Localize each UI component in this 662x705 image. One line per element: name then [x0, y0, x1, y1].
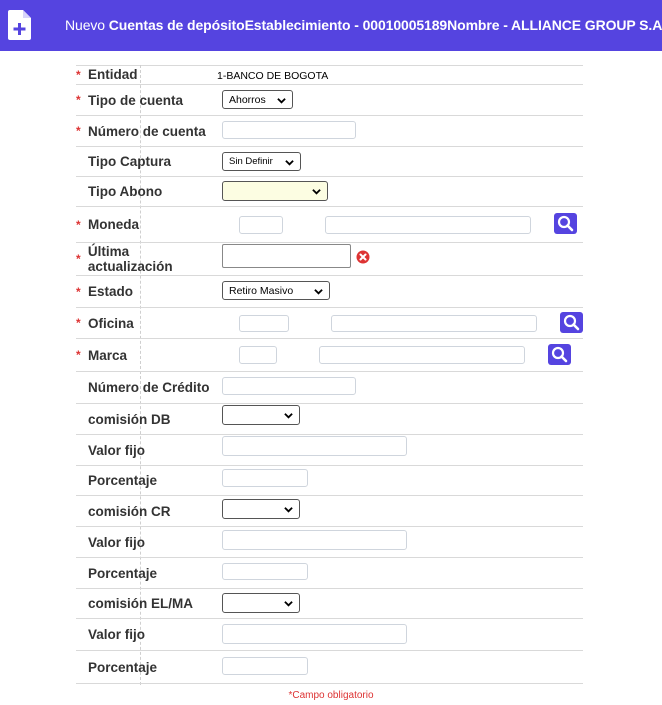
- label-comision-elma: comisión EL/MA: [88, 596, 194, 611]
- valor-fijo-elma-input[interactable]: [222, 624, 407, 644]
- label-comision-db: comisión DB: [88, 411, 171, 427]
- label-porcentaje: Porcentaje: [88, 473, 158, 488]
- moneda-search-button[interactable]: [554, 213, 577, 234]
- row-porcentaje-elma: Porcentaje: [76, 651, 583, 684]
- required-marker: *: [76, 93, 81, 107]
- label-valor-fijo: Valor fijo: [88, 534, 146, 550]
- label-tipo-cuenta: Tipo de cuenta: [88, 92, 184, 108]
- row-comision-cr: comisión CR: [76, 496, 583, 527]
- chevron-down-icon: [277, 98, 286, 104]
- label-ultima-actualizacion: Última actualización: [87, 244, 173, 274]
- tipo-cuenta-select[interactable]: Ahorros: [222, 90, 293, 109]
- estado-value: Retiro Masivo: [229, 284, 294, 297]
- porcentaje-cr-input[interactable]: [222, 563, 308, 580]
- label-marca: Marca: [88, 347, 128, 363]
- label-porcentaje: Porcentaje: [88, 659, 158, 675]
- label-estado: Estado: [88, 284, 134, 299]
- row-tipo-abono: Tipo Abono: [76, 177, 583, 207]
- oficina-search-button[interactable]: [560, 312, 583, 333]
- tipo-captura-select[interactable]: Sin Definir: [222, 152, 301, 171]
- required-marker: *: [76, 124, 81, 138]
- moneda-code-input[interactable]: [239, 216, 283, 234]
- row-comision-elma: comisión EL/MA: [76, 589, 583, 619]
- row-entidad: * Entidad: [76, 65, 583, 85]
- required-marker: *: [76, 217, 81, 232]
- entidad-value: 1-BANCO DE BOGOTA: [217, 70, 329, 82]
- label-entidad: Entidad: [88, 67, 138, 82]
- title-prefix: Nuevo: [65, 17, 105, 33]
- search-icon: [551, 346, 568, 363]
- chevron-down-icon: [284, 413, 293, 419]
- label-tipo-abono: Tipo Abono: [88, 184, 163, 199]
- label-valor-fijo: Valor fijo: [88, 442, 146, 458]
- label-valor-fijo: Valor fijo: [88, 627, 146, 642]
- tipo-abono-select[interactable]: [222, 181, 328, 201]
- title-text: Cuentas de depósitoEstablecimiento - 000…: [108, 17, 662, 33]
- chevron-down-icon: [285, 160, 294, 166]
- page-title: Nuevo Cuentas de depósitoEstablecimiento…: [65, 17, 662, 33]
- search-icon: [563, 314, 580, 331]
- marca-search-button[interactable]: [548, 344, 571, 365]
- required-field-note: *Campo obligatorio: [288, 690, 374, 701]
- search-icon: [557, 215, 574, 232]
- row-tipo-captura: Tipo Captura: [76, 147, 583, 177]
- tipo-captura-value: Sin Definir: [229, 156, 273, 167]
- tipo-cuenta-value: Ahorros: [229, 93, 266, 106]
- new-document-icon: [8, 10, 31, 40]
- numero-cuenta-input[interactable]: [222, 121, 356, 139]
- page-header: Nuevo Cuentas de depósitoEstablecimiento…: [0, 0, 662, 51]
- label-porcentaje: Porcentaje: [88, 565, 158, 581]
- label-tipo-captura: Tipo Captura: [88, 154, 172, 169]
- label-numero-credito: Número de Crédito: [88, 380, 210, 395]
- comision-cr-select[interactable]: [222, 499, 300, 519]
- row-comision-db: comisión DB: [76, 404, 583, 435]
- chevron-down-icon: [284, 601, 293, 607]
- row-porcentaje-db: Porcentaje: [76, 466, 583, 496]
- moneda-name-input[interactable]: [325, 216, 531, 234]
- row-porcentaje-cr: Porcentaje: [76, 558, 583, 589]
- valor-fijo-db-input[interactable]: [222, 436, 407, 456]
- required-marker: *: [76, 67, 81, 82]
- chevron-down-icon: [312, 189, 321, 195]
- label-moneda: Moneda: [88, 217, 140, 232]
- chevron-down-icon: [284, 507, 293, 513]
- required-marker: *: [76, 316, 81, 330]
- comision-db-select[interactable]: [222, 405, 300, 425]
- clear-error-icon[interactable]: [356, 250, 370, 264]
- required-marker: *: [76, 252, 81, 266]
- oficina-name-input[interactable]: [331, 315, 537, 332]
- row-tipo-cuenta: * Tipo de cuenta: [76, 85, 583, 116]
- numero-credito-input[interactable]: [222, 377, 356, 395]
- chevron-down-icon: [314, 289, 323, 295]
- porcentaje-elma-input[interactable]: [222, 657, 308, 675]
- valor-fijo-cr-input[interactable]: [222, 530, 407, 550]
- porcentaje-db-input[interactable]: [222, 469, 308, 487]
- label-oficina: Oficina: [88, 315, 134, 331]
- estado-select[interactable]: Retiro Masivo: [222, 281, 330, 300]
- label-numero-cuenta: Número de cuenta: [88, 123, 206, 139]
- comision-elma-select[interactable]: [222, 593, 300, 613]
- marca-name-input[interactable]: [319, 346, 525, 364]
- required-marker: *: [76, 284, 81, 299]
- ultima-actualizacion-input[interactable]: [222, 244, 351, 268]
- label-comision-cr: comisión CR: [88, 503, 171, 519]
- marca-code-input[interactable]: [239, 346, 277, 364]
- oficina-code-input[interactable]: [239, 315, 289, 332]
- required-marker: *: [76, 348, 81, 362]
